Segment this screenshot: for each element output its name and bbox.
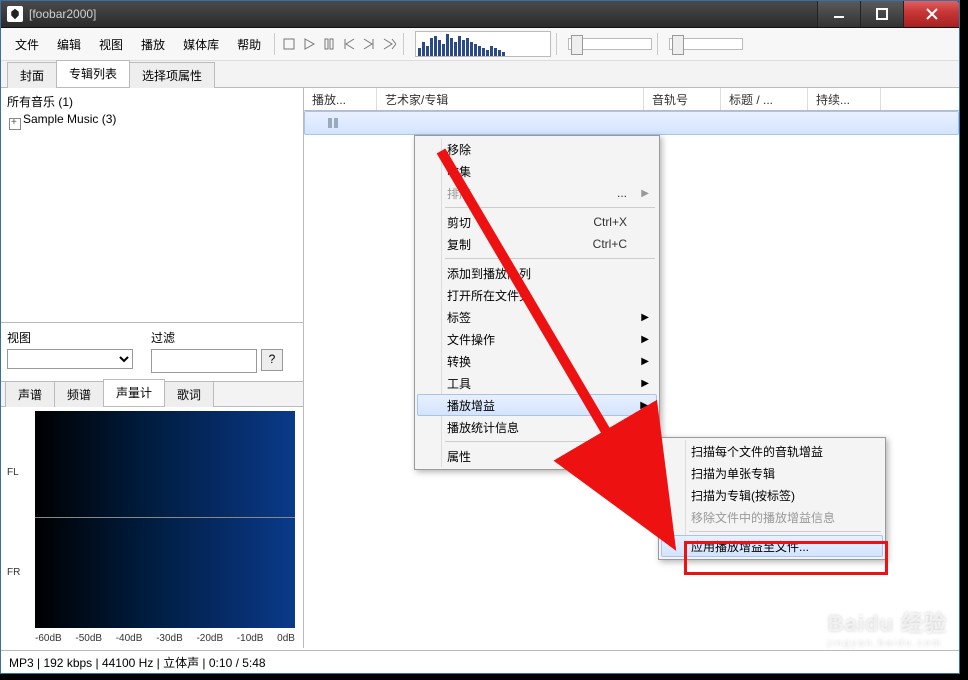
btab-spectrum[interactable]: 频谱 xyxy=(54,381,104,407)
tree-root[interactable]: 所有音乐 (1) xyxy=(7,92,297,111)
maximize-button[interactable] xyxy=(860,1,904,27)
menu-item[interactable]: 收集 xyxy=(417,160,657,182)
playback-toolbar xyxy=(280,35,398,53)
status-text: MP3 | 192 kbps | 44100 Hz | 立体声 | 0:10 /… xyxy=(9,654,266,671)
bottom-tabs: 声谱 频谱 声量计 歌词 xyxy=(1,382,303,407)
random-button[interactable] xyxy=(380,35,398,53)
spectrum-display xyxy=(415,31,551,57)
view-select[interactable] xyxy=(7,349,133,369)
menu-item[interactable]: 转换▶ xyxy=(417,350,657,372)
menu-item[interactable]: 标签▶ xyxy=(417,306,657,328)
menu-item[interactable]: 打开所在文件夹 xyxy=(417,284,657,306)
titlebar[interactable]: [foobar2000] xyxy=(1,1,959,28)
top-tabs: 封面 专辑列表 选择项属性 xyxy=(1,61,959,88)
tab-cover[interactable]: 封面 xyxy=(7,62,57,88)
menu-item[interactable]: 移除文件中的播放增益信息 xyxy=(661,506,883,528)
view-label: 视图 xyxy=(7,329,133,346)
btab-spectrogram[interactable]: 声谱 xyxy=(5,381,55,407)
col-duration[interactable]: 持续... xyxy=(808,88,881,110)
menu-item[interactable]: 播放统计信息▶ xyxy=(417,416,657,438)
library-tree[interactable]: 所有音乐 (1) Sample Music (3) xyxy=(1,88,303,323)
menu-item[interactable]: 移除 xyxy=(417,138,657,160)
menu-item[interactable]: 扫描为专辑(按标签) xyxy=(661,484,883,506)
prev-button[interactable] xyxy=(340,35,358,53)
vu-fr-label: FR xyxy=(7,567,20,578)
menu-file[interactable]: 文件 xyxy=(7,33,47,56)
filter-help-button[interactable]: ? xyxy=(261,349,283,371)
menu-play[interactable]: 播放 xyxy=(133,33,173,56)
playlist-row[interactable] xyxy=(304,111,959,135)
next-button[interactable] xyxy=(360,35,378,53)
menu-item[interactable]: 工具▶ xyxy=(417,372,657,394)
col-playing[interactable]: 播放... xyxy=(304,88,377,110)
col-title[interactable]: 标题 / ... xyxy=(721,88,808,110)
menu-item[interactable]: 扫描为单张专辑 xyxy=(661,462,883,484)
context-menu[interactable]: 移除收集排序...▶ 剪切Ctrl+X复制Ctrl+C 添加到播放队列打开所在文件夹… xyxy=(414,135,660,470)
menu-item[interactable]: 复制Ctrl+C xyxy=(417,233,657,255)
app-window: [foobar2000] 文件 编辑 视图 播放 媒体库 帮助 xyxy=(0,0,960,674)
col-track-no[interactable]: 音轨号 xyxy=(644,88,721,110)
btab-vu[interactable]: 声量计 xyxy=(103,379,165,406)
tabs-extra xyxy=(941,79,953,87)
now-playing-icon xyxy=(305,116,361,130)
col-artist-album[interactable]: 艺术家/专辑 xyxy=(377,88,644,110)
menu-item[interactable]: 播放增益▶ xyxy=(417,394,657,416)
app-icon xyxy=(7,6,23,22)
menu-item[interactable]: 添加到播放队列 xyxy=(417,262,657,284)
tree-child[interactable]: Sample Music (3) xyxy=(7,111,297,127)
left-panel: 所有音乐 (1) Sample Music (3) 视图 过滤 ? 声谱 xyxy=(1,88,304,648)
menu-library[interactable]: 媒体库 xyxy=(175,33,227,56)
menu-edit[interactable]: 编辑 xyxy=(49,33,89,56)
column-headers: 播放... 艺术家/专辑 音轨号 标题 / ... 持续... xyxy=(304,88,959,111)
menu-item[interactable]: 剪切Ctrl+X xyxy=(417,211,657,233)
tab-selection-props[interactable]: 选择项属性 xyxy=(129,62,215,88)
btab-lyrics[interactable]: 歌词 xyxy=(164,381,214,407)
vu-meter: FL FR -60dB-50dB-40dB-30dB-20dB-10dB0dB xyxy=(1,407,303,648)
stop-button[interactable] xyxy=(280,35,298,53)
filter-panel: 视图 过滤 ? xyxy=(1,323,303,382)
filter-input[interactable] xyxy=(151,349,257,373)
menu-help[interactable]: 帮助 xyxy=(229,33,269,56)
close-button[interactable] xyxy=(904,1,959,27)
play-button[interactable] xyxy=(300,35,318,53)
window-title: [foobar2000] xyxy=(29,7,817,21)
vu-scale: -60dB-50dB-40dB-30dB-20dB-10dB0dB xyxy=(35,633,295,644)
filter-label: 过滤 xyxy=(151,329,283,346)
tab-album-list[interactable]: 专辑列表 xyxy=(56,60,130,87)
seek-slider[interactable] xyxy=(568,38,652,50)
menu-item[interactable]: 属性Alt+Enter xyxy=(417,445,657,467)
menu-item[interactable]: 排序...▶ xyxy=(417,182,657,204)
status-bar: MP3 | 192 kbps | 44100 Hz | 立体声 | 0:10 /… xyxy=(1,650,959,673)
menu-item[interactable]: 扫描每个文件的音轨增益 xyxy=(661,440,883,462)
minimize-button[interactable] xyxy=(817,1,860,27)
vu-fl-label: FL xyxy=(7,467,19,478)
menu-view[interactable]: 视图 xyxy=(91,33,131,56)
menu-item[interactable]: 文件操作▶ xyxy=(417,328,657,350)
menubar: 文件 编辑 视图 播放 媒体库 帮助 xyxy=(1,28,959,61)
annotation-highlight xyxy=(684,541,888,575)
pause-button[interactable] xyxy=(320,35,338,53)
volume-slider[interactable] xyxy=(669,38,743,50)
